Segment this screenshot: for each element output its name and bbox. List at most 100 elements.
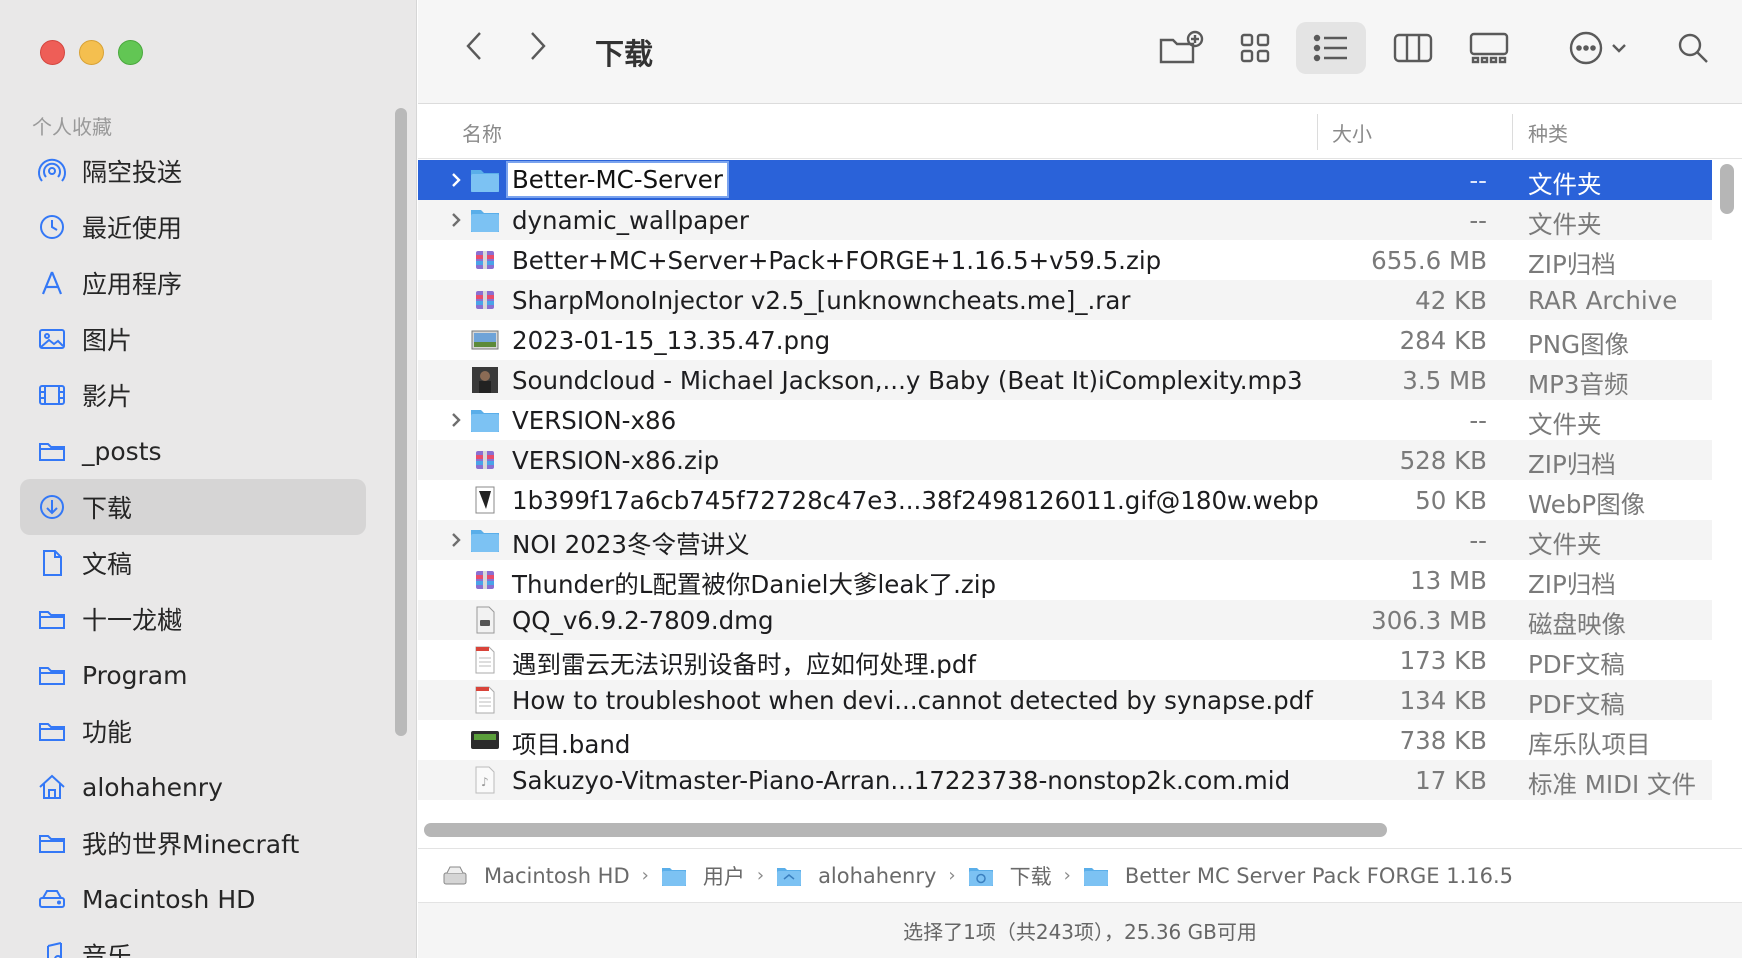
file-kind: 文件夹 <box>1528 210 1602 239</box>
file-name: dynamic_wallpaper <box>512 206 749 235</box>
sidebar-item[interactable]: 下载 <box>20 479 366 535</box>
file-name: Thunder的L配置被你Daniel大爹leak了.zip <box>512 570 997 599</box>
sidebar-item[interactable]: 文稿 <box>20 535 366 591</box>
file-row[interactable]: QQ_v6.9.2-7809.dmg 306.3 MB 磁盘映像 <box>418 600 1712 640</box>
file-row[interactable]: How to troubleshoot when devi...cannot d… <box>418 680 1712 720</box>
file-kind: 库乐队项目 <box>1528 730 1651 759</box>
folder-icon <box>661 865 695 887</box>
file-kind: 标准 MIDI 文件 <box>1528 770 1697 799</box>
file-name: 1b399f17a6cb745f72728c47e3...38f24981260… <box>512 486 1319 515</box>
sidebar-list: 隔空投送 最近使用 应用程序 图片 影片 _posts 下载 文稿 十一龙樾 Program 功能 a… <box>20 143 366 958</box>
new-folder-button[interactable] <box>1156 28 1206 68</box>
file-name: VERSION-x86 <box>512 406 677 435</box>
path-bar: Macintosh HD › 用户 › alohahenry › 下载 › Better MC … <box>418 848 1742 902</box>
file-size: 528 KB <box>1399 446 1487 475</box>
vertical-scrollbar[interactable] <box>1720 164 1734 214</box>
file-name: 2023-01-15_13.35.47.png <box>512 326 831 355</box>
file-row[interactable]: VERSION-x86.zip 528 KB ZIP归档 <box>418 440 1712 480</box>
sidebar-item[interactable]: 十一龙樾 <box>20 591 366 647</box>
path-crumb[interactable]: alohahenry <box>776 864 936 888</box>
path-separator-icon: › <box>756 865 765 886</box>
file-row[interactable]: 项目.band 738 KB 库乐队项目 <box>418 720 1712 760</box>
column-view-button[interactable] <box>1388 28 1438 68</box>
folder-icon <box>36 827 68 859</box>
search-button[interactable] <box>1668 28 1718 68</box>
file-row[interactable]: dynamic_wallpaper -- 文件夹 <box>418 200 1712 240</box>
sidebar-section-favorites: 个人收藏 <box>32 115 112 139</box>
sidebar-item-label: 音乐 <box>82 942 133 958</box>
path-crumb[interactable]: Better MC Server Pack FORGE 1.16.5 <box>1083 864 1513 888</box>
archive-file-icon <box>470 446 500 474</box>
file-kind: ZIP归档 <box>1528 570 1616 599</box>
window-title: 下载 <box>595 37 654 71</box>
sidebar-item[interactable]: 音乐 <box>20 927 366 958</box>
file-row[interactable]: 遇到雷云无法识别设备时，应如何处理.pdf 173 KB PDF文稿 <box>418 640 1712 680</box>
file-row[interactable]: Better+MC+Server+Pack+FORGE+1.16.5+v59.5… <box>418 240 1712 280</box>
list-icon <box>1313 34 1347 62</box>
list-view-button[interactable] <box>1296 22 1366 74</box>
sidebar: 个人收藏 隔空投送 最近使用 应用程序 图片 影片 _posts 下载 文稿 十一龙樾 Progr… <box>0 0 417 958</box>
sidebar-item[interactable]: _posts <box>20 423 366 479</box>
file-kind: RAR Archive <box>1528 286 1678 315</box>
sidebar-item[interactable]: 功能 <box>20 703 366 759</box>
sidebar-item[interactable]: 影片 <box>20 367 366 423</box>
disclosure-chevron-icon[interactable] <box>446 208 466 232</box>
download-icon <box>36 491 68 523</box>
sidebar-item[interactable]: alohahenry <box>20 759 366 815</box>
column-header-name[interactable]: 名称 <box>462 118 502 147</box>
file-size: -- <box>1469 206 1487 235</box>
minimize-button[interactable] <box>79 40 104 65</box>
column-headers: 名称 大小 种类 <box>418 104 1742 159</box>
forward-button[interactable] <box>518 26 558 66</box>
document-icon <box>36 547 68 579</box>
path-crumb[interactable]: Macintosh HD <box>442 864 630 888</box>
file-row[interactable]: SharpMonoInjector v2.5_[unknowncheats.me… <box>418 280 1712 320</box>
file-row[interactable]: 1b399f17a6cb745f72728c47e3...38f24981260… <box>418 480 1712 520</box>
sidebar-item-label: Program <box>82 660 188 690</box>
icon-view-button[interactable] <box>1230 28 1280 68</box>
file-row[interactable]: VERSION-x86 -- 文件夹 <box>418 400 1712 440</box>
file-row[interactable]: NOI 2023冬令营讲义 -- 文件夹 <box>418 520 1712 560</box>
status-text: 选择了1项（共243项），25.36 GB可用 <box>903 920 1257 944</box>
disclosure-chevron-icon[interactable] <box>446 408 466 432</box>
band-file-icon <box>470 726 500 754</box>
file-row[interactable]: 2023-01-15_13.35.47.png 284 KB PNG图像 <box>418 320 1712 360</box>
column-header-kind[interactable]: 种类 <box>1528 118 1568 147</box>
column-header-size[interactable]: 大小 <box>1332 118 1372 147</box>
back-button[interactable] <box>454 26 494 66</box>
disclosure-chevron-icon[interactable] <box>446 528 466 552</box>
column-divider[interactable] <box>1317 114 1318 150</box>
gallery-view-button[interactable] <box>1464 28 1514 68</box>
file-kind: PDF文稿 <box>1528 650 1625 679</box>
file-name: Soundcloud - Michael Jackson,...y Baby (… <box>512 366 1303 395</box>
file-row[interactable]: Better-MC-Server -- 文件夹 <box>418 160 1712 200</box>
sidebar-item[interactable]: 应用程序 <box>20 255 366 311</box>
folder-file-icon <box>470 206 500 234</box>
file-row[interactable]: ♪ Sakuzyo-Vitmaster-Piano-Arran...1722373… <box>418 760 1712 800</box>
sidebar-item[interactable]: 图片 <box>20 311 366 367</box>
path-crumb-label: 用户 <box>702 864 745 889</box>
zoom-button[interactable] <box>118 40 143 65</box>
disclosure-chevron-icon[interactable] <box>446 168 466 192</box>
path-crumb[interactable]: 下载 <box>968 861 1052 891</box>
home-icon <box>36 771 68 803</box>
folder-icon <box>36 659 68 691</box>
sidebar-item[interactable]: 隔空投送 <box>20 143 366 199</box>
sidebar-item[interactable]: 最近使用 <box>20 199 366 255</box>
action-menu-button[interactable] <box>1558 28 1638 68</box>
path-separator-icon: › <box>948 865 956 886</box>
file-row[interactable]: Thunder的L配置被你Daniel大爹leak了.zip 13 MB ZIP归档 <box>418 560 1712 600</box>
sidebar-item[interactable]: 我的世界Minecraft <box>20 815 366 871</box>
column-divider[interactable] <box>1512 114 1513 150</box>
file-row[interactable]: Soundcloud - Michael Jackson,...y Baby (… <box>418 360 1712 400</box>
sidebar-scrollbar[interactable] <box>395 108 407 736</box>
path-crumb[interactable]: 用户 <box>661 861 745 891</box>
drive-icon <box>36 883 68 915</box>
path-separator-icon: › <box>641 865 649 886</box>
close-button[interactable] <box>40 40 65 65</box>
file-name[interactable]: Better-MC-Server <box>506 161 729 198</box>
sidebar-item[interactable]: Program <box>20 647 366 703</box>
archive-file-icon <box>470 566 500 594</box>
horizontal-scrollbar[interactable] <box>424 823 1387 837</box>
sidebar-item[interactable]: Macintosh HD <box>20 871 366 927</box>
